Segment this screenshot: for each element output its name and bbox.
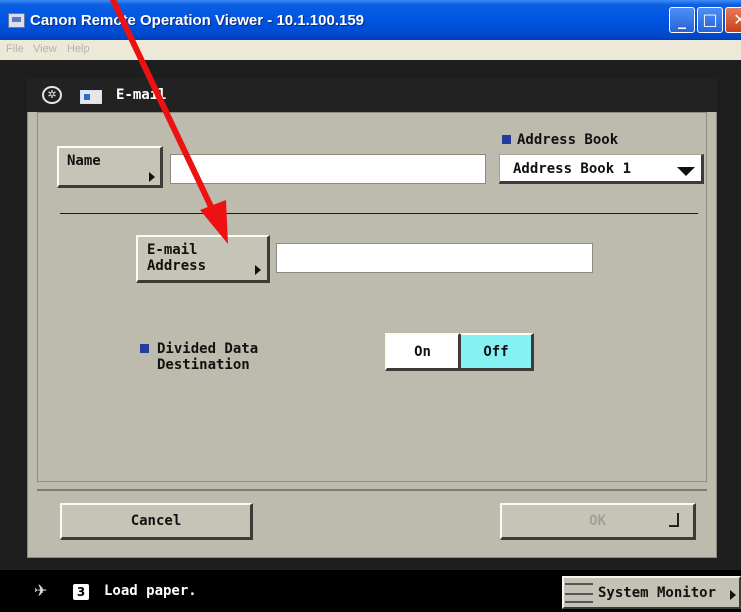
address-book-select[interactable]: Address Book 1 xyxy=(499,154,704,184)
cancel-label: Cancel xyxy=(130,513,182,529)
window-title: Canon Remote Operation Viewer - 10.1.100… xyxy=(30,12,365,29)
right-arrow-icon xyxy=(149,172,155,182)
system-monitor-label: System Monitor xyxy=(598,585,717,601)
off-toggle-button[interactable]: Off xyxy=(460,333,534,371)
bottom-separator xyxy=(37,489,707,491)
status-number-badge: 3 xyxy=(73,584,89,600)
minimize-icon: _ xyxy=(678,10,686,29)
divider xyxy=(60,213,698,214)
enter-corner-icon xyxy=(669,513,679,527)
menu-help[interactable]: Help xyxy=(67,43,90,55)
right-arrow-icon xyxy=(730,590,736,600)
divided-data-destination-label: Divided Data Destination xyxy=(157,341,259,373)
name-field[interactable] xyxy=(170,154,486,184)
app-icon xyxy=(8,13,25,28)
home-icon[interactable]: ✲ xyxy=(42,86,62,104)
email-card-icon xyxy=(80,90,102,104)
name-button[interactable]: Name xyxy=(57,146,163,188)
off-label: Off xyxy=(483,344,509,360)
address-book-value: Address Book 1 xyxy=(513,161,632,177)
maximize-button[interactable]: □ xyxy=(697,7,723,33)
close-icon: ✕ xyxy=(733,10,741,29)
name-button-label: Name xyxy=(67,153,101,169)
divided-data-bullet-icon xyxy=(140,344,149,353)
menu-file[interactable]: File xyxy=(6,43,24,55)
cancel-button[interactable]: Cancel xyxy=(60,503,253,540)
ok-label: OK xyxy=(589,513,606,529)
address-book-bullet-icon xyxy=(502,135,511,144)
printer-icon: ✈ xyxy=(34,581,48,600)
on-label: On xyxy=(414,344,431,360)
system-monitor-icon xyxy=(565,583,593,603)
email-address-button-label: E-mail Address xyxy=(147,242,207,274)
right-arrow-icon xyxy=(255,265,261,275)
menu-view[interactable]: View xyxy=(33,43,57,55)
minimize-button[interactable]: _ xyxy=(669,7,695,33)
status-message: Load paper. xyxy=(104,583,197,599)
close-button[interactable]: ✕ xyxy=(725,7,741,33)
email-address-button[interactable]: E-mail Address xyxy=(136,235,270,283)
chevron-down-icon[interactable] xyxy=(677,167,695,176)
menu-bar xyxy=(0,40,741,60)
maximize-icon: □ xyxy=(702,10,718,29)
address-book-label: Address Book xyxy=(517,132,619,148)
on-toggle-button[interactable]: On xyxy=(385,333,460,371)
screen-title: E-mail xyxy=(116,87,167,103)
ok-button[interactable]: OK xyxy=(500,503,696,540)
email-address-field[interactable] xyxy=(276,243,593,273)
